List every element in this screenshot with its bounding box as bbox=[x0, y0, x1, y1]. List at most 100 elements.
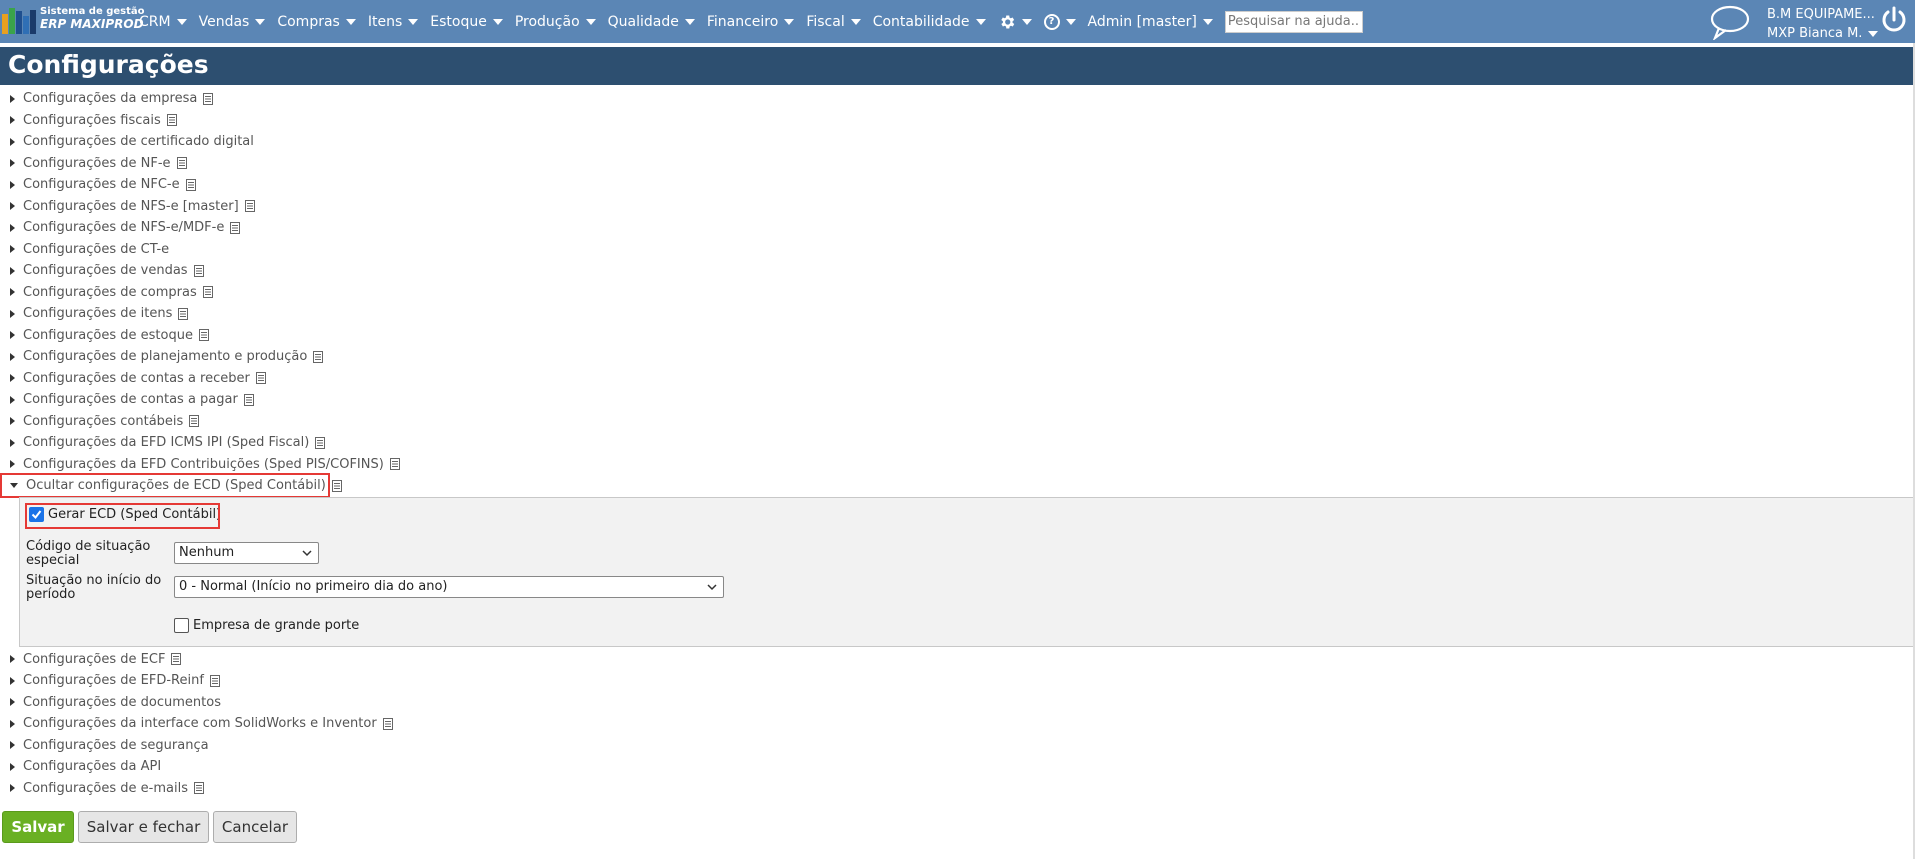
settings-section-row[interactable]: Configurações de compras bbox=[0, 282, 1915, 304]
document-icon[interactable] bbox=[243, 393, 254, 406]
settings-section-row[interactable]: Configurações de ECF bbox=[0, 649, 1915, 671]
gear-icon bbox=[1000, 14, 1014, 29]
settings-section-row[interactable]: Configurações de vendas bbox=[0, 260, 1915, 282]
menu-compras[interactable]: Compras bbox=[277, 14, 356, 30]
caret-down-icon bbox=[1868, 30, 1879, 37]
menu-qualidade[interactable]: Qualidade bbox=[608, 14, 695, 30]
section-label: Configurações de ECF bbox=[23, 651, 166, 667]
save-button[interactable]: Salvar bbox=[2, 811, 74, 843]
cancel-button[interactable]: Cancelar bbox=[213, 811, 297, 843]
save-close-button[interactable]: Salvar e fechar bbox=[78, 811, 209, 843]
settings-section-row[interactable]: Configurações da interface com SolidWork… bbox=[0, 713, 1915, 735]
settings-section-row[interactable]: Configurações de NFS-e/MDF-e bbox=[0, 217, 1915, 239]
menu-producao[interactable]: Produção bbox=[515, 14, 596, 30]
settings-section-row[interactable]: Configurações da empresa bbox=[0, 88, 1915, 110]
settings-section-row[interactable]: Configurações fiscais bbox=[0, 110, 1915, 132]
company-selector[interactable]: B.M EQUIPAME... MXP Bianca M. bbox=[1767, 5, 1879, 43]
settings-section-row[interactable]: Configurações contábeis bbox=[0, 411, 1915, 433]
document-icon[interactable] bbox=[315, 436, 326, 449]
menu-vendas[interactable]: Vendas bbox=[199, 14, 266, 30]
triangle-right-icon bbox=[10, 438, 15, 447]
document-icon[interactable] bbox=[389, 458, 400, 471]
document-icon[interactable] bbox=[171, 653, 182, 666]
settings-section-row[interactable]: Configurações de planejamento e produção bbox=[0, 346, 1915, 368]
section-label: Configurações de itens bbox=[23, 306, 173, 322]
document-icon[interactable] bbox=[178, 307, 189, 320]
section-label: Configurações contábeis bbox=[23, 413, 184, 429]
document-icon[interactable] bbox=[189, 415, 200, 428]
settings-list: Configurações da empresa Configurações fi… bbox=[0, 88, 1915, 799]
settings-section-row[interactable]: Configurações de EFD-Reinf bbox=[0, 670, 1915, 692]
menu-crm[interactable]: CRM bbox=[139, 14, 187, 30]
section-label: Configurações de estoque bbox=[23, 327, 193, 343]
settings-section-row[interactable]: Configurações da API bbox=[0, 756, 1915, 778]
document-icon[interactable] bbox=[198, 329, 209, 342]
menu-estoque[interactable]: Estoque bbox=[430, 14, 503, 30]
codigo-situacao-select[interactable]: Nenhum bbox=[174, 541, 319, 564]
settings-section-row[interactable]: Configurações da EFD Contribuições (Sped… bbox=[0, 454, 1915, 476]
caret-down-icon bbox=[255, 18, 266, 25]
chat-bubble-icon[interactable] bbox=[1709, 4, 1751, 40]
document-icon[interactable] bbox=[193, 782, 204, 795]
help-search-input[interactable] bbox=[1224, 10, 1363, 33]
triangle-right-icon bbox=[10, 417, 15, 426]
document-icon[interactable] bbox=[331, 479, 342, 492]
document-icon[interactable] bbox=[176, 157, 187, 170]
document-icon[interactable] bbox=[203, 92, 214, 105]
section-label: Configurações de vendas bbox=[23, 263, 188, 279]
settings-section-row[interactable]: Configurações de contas a pagar bbox=[0, 389, 1915, 411]
settings-section-row[interactable]: Configurações de e-mails bbox=[0, 778, 1915, 800]
logo-line2: ERP MAXIPROD bbox=[40, 17, 144, 31]
document-icon[interactable] bbox=[313, 350, 324, 363]
caret-down-icon bbox=[850, 18, 861, 25]
section-label: Configurações da EFD Contribuições (Sped… bbox=[23, 456, 384, 472]
gerar-ecd-checkbox[interactable]: Gerar ECD (Sped Contábil) bbox=[25, 502, 221, 529]
document-icon[interactable] bbox=[166, 114, 177, 127]
checkbox-unchecked-icon[interactable] bbox=[174, 617, 189, 633]
menu-contabilidade[interactable]: Contabilidade bbox=[873, 14, 986, 30]
caret-down-icon bbox=[784, 18, 795, 25]
settings-section-row[interactable]: Configurações de contas a receber bbox=[0, 368, 1915, 390]
menu-financeiro[interactable]: Financeiro bbox=[707, 14, 795, 30]
section-label: Configurações de contas a receber bbox=[23, 370, 250, 386]
settings-section-row[interactable]: Configurações de CT-e bbox=[0, 239, 1915, 261]
document-icon[interactable] bbox=[230, 221, 241, 234]
settings-section-row[interactable]: Configurações da EFD ICMS IPI (Sped Fisc… bbox=[0, 432, 1915, 454]
grande-porte-checkbox[interactable]: Empresa de grande porte bbox=[174, 617, 359, 633]
document-icon[interactable] bbox=[193, 264, 204, 277]
settings-section-row[interactable]: Configurações de estoque bbox=[0, 325, 1915, 347]
settings-section-row[interactable]: Configurações de certificado digital bbox=[0, 131, 1915, 153]
top-navbar: Sistema de gestão ERP MAXIPROD CRM Venda… bbox=[0, 0, 1915, 43]
document-icon[interactable] bbox=[244, 200, 255, 213]
settings-menu[interactable] bbox=[998, 13, 1032, 31]
settings-section-row[interactable]: Configurações de NF-e bbox=[0, 153, 1915, 175]
section-label: Configurações da empresa bbox=[23, 91, 198, 107]
settings-section-row[interactable]: Configurações de NFC-e bbox=[0, 174, 1915, 196]
settings-section-row[interactable]: Configurações de itens bbox=[0, 303, 1915, 325]
section-label: Configurações de EFD-Reinf bbox=[23, 673, 204, 689]
caret-down-icon bbox=[408, 18, 419, 25]
main-menu: CRM Vendas Compras Itens Estoque Produçã… bbox=[139, 0, 1363, 43]
situacao-inicio-select[interactable]: 0 - Normal (Início no primeiro dia do an… bbox=[174, 575, 724, 598]
settings-section-row[interactable]: Configurações de NFS-e [master] bbox=[0, 196, 1915, 218]
document-icon[interactable] bbox=[382, 717, 393, 730]
settings-section-row[interactable]: Configurações de segurança bbox=[0, 735, 1915, 757]
settings-section-row[interactable]: Configurações de documentos bbox=[0, 692, 1915, 714]
sections-after: Configurações de ECF Configurações de EFD… bbox=[0, 649, 1915, 800]
power-icon[interactable] bbox=[1881, 6, 1907, 34]
erp-logo-icon[interactable] bbox=[2, 6, 36, 34]
document-icon[interactable] bbox=[185, 178, 196, 191]
triangle-right-icon bbox=[10, 137, 15, 146]
document-icon[interactable] bbox=[255, 372, 266, 385]
document-icon[interactable] bbox=[209, 674, 220, 687]
triangle-right-icon bbox=[10, 698, 15, 707]
user-menu[interactable]: Admin [master] bbox=[1088, 14, 1213, 30]
menu-itens[interactable]: Itens bbox=[368, 14, 419, 30]
section-label: Configurações da interface com SolidWork… bbox=[23, 716, 377, 732]
help-menu[interactable]: ? bbox=[1043, 13, 1076, 30]
menu-fiscal[interactable]: Fiscal bbox=[806, 14, 861, 30]
triangle-right-icon bbox=[10, 94, 15, 103]
document-icon[interactable] bbox=[202, 286, 213, 299]
section-ecd-toggle[interactable]: Ocultar configurações de ECD (Sped Contá… bbox=[0, 473, 1915, 498]
situacao-inicio-value: 0 - Normal (Início no primeiro dia do an… bbox=[179, 579, 448, 594]
